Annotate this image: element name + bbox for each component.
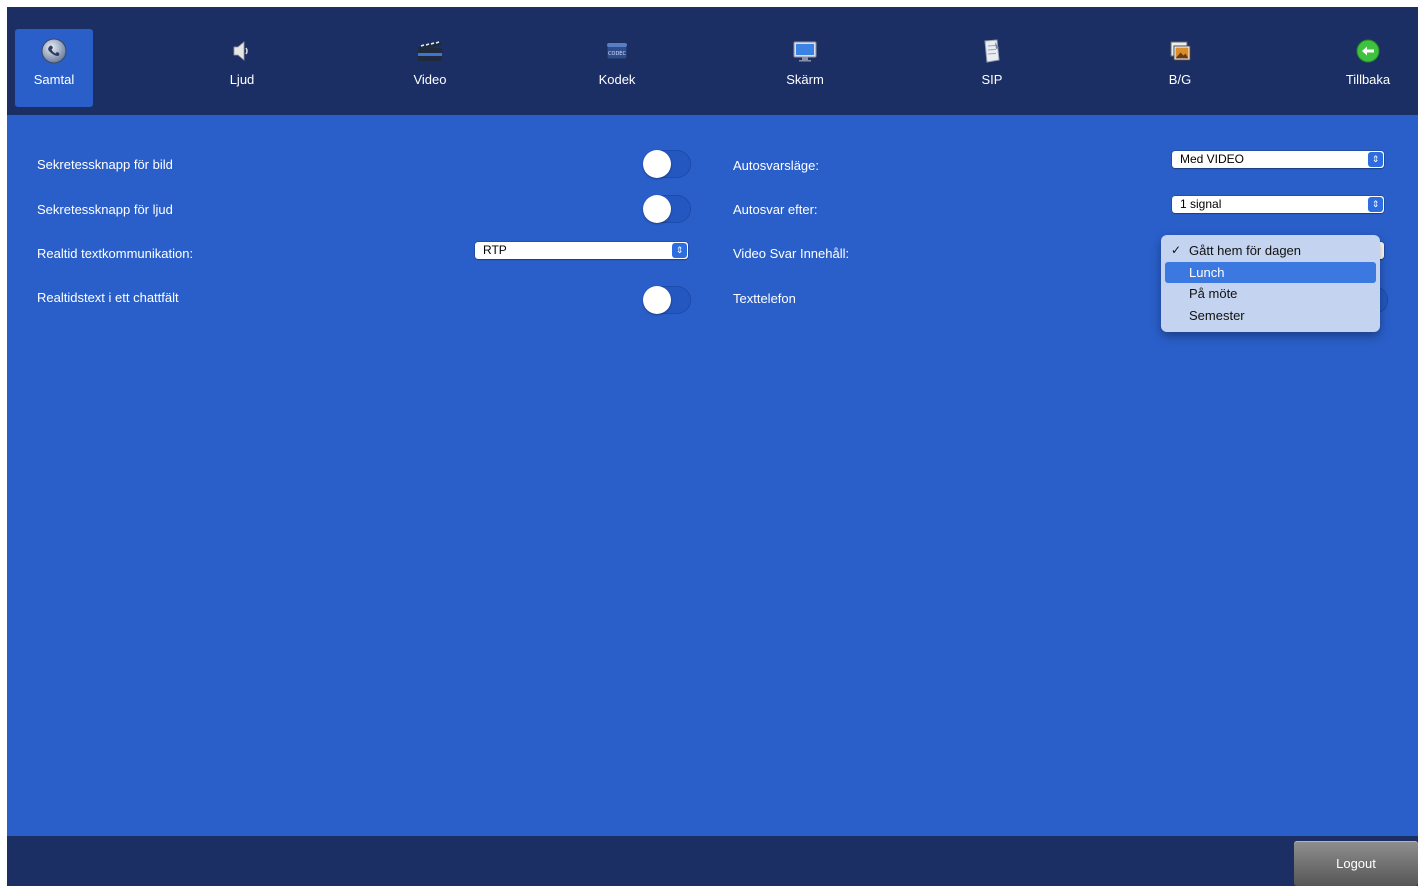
video-privacy-label: Sekretessknapp för bild <box>37 157 173 172</box>
chevron-updown-icon: ⇕ <box>1368 197 1383 212</box>
autoanswer-after-select[interactable]: 1 signal ⇕ <box>1172 196 1384 213</box>
autoanswer-mode-value: Med VIDEO <box>1180 152 1245 166</box>
codec-icon: CODEC <box>603 37 631 65</box>
tab-skarm[interactable]: Skärm <box>766 29 844 107</box>
tab-ljud[interactable]: Ljud <box>203 29 281 107</box>
phone-settings-icon <box>40 37 68 65</box>
tab-video-label: Video <box>413 72 447 87</box>
chevron-updown-icon: ⇕ <box>672 243 687 258</box>
tab-kodek-label: Kodek <box>598 72 636 87</box>
tab-samtal-label: Samtal <box>33 72 75 87</box>
rtt-chat-toggle[interactable] <box>643 286 691 314</box>
tab-video[interactable]: Video <box>391 29 469 107</box>
tab-sip-label: SIP <box>981 72 1003 87</box>
tab-skarm-label: Skärm <box>786 72 824 87</box>
tab-sip[interactable]: SIP <box>953 29 1031 107</box>
toggle-knob <box>643 195 671 223</box>
tab-bg-label: B/G <box>1168 72 1192 87</box>
checkmark-icon: ✓ <box>1171 243 1182 257</box>
toggle-knob <box>643 286 671 314</box>
tab-tillbaka-label: Tillbaka <box>1345 72 1391 87</box>
autoanswer-after-label: Autosvar efter: <box>733 202 818 217</box>
rtt-select[interactable]: RTP ⇕ <box>475 242 688 259</box>
back-arrow-icon <box>1354 37 1382 65</box>
video-answer-dropdown-menu: ✓ Gått hem för dagen Lunch På möte Semes… <box>1161 235 1380 332</box>
toggle-knob <box>643 150 671 178</box>
video-privacy-toggle[interactable] <box>643 150 691 178</box>
rtt-chat-label: Realtidstext i ett chattfält <box>37 290 179 305</box>
top-toolbar: Samtal Ljud Video CODEC Kodek Skärm SIP … <box>7 7 1418 115</box>
autoanswer-mode-select[interactable]: Med VIDEO ⇕ <box>1172 151 1384 168</box>
menu-item-pa-mote[interactable]: På möte <box>1165 283 1376 305</box>
document-icon <box>978 37 1006 65</box>
app-window: Samtal Ljud Video CODEC Kodek Skärm SIP … <box>7 7 1418 886</box>
tab-ljud-label: Ljud <box>229 72 255 87</box>
tab-tillbaka[interactable]: Tillbaka <box>1329 29 1407 107</box>
speaker-icon <box>228 37 256 65</box>
tab-kodek[interactable]: CODEC Kodek <box>578 29 656 107</box>
video-answer-label: Video Svar Innehåll: <box>733 246 850 261</box>
autoanswer-mode-label: Autosvarsläge: <box>733 158 819 173</box>
audio-privacy-toggle[interactable] <box>643 195 691 223</box>
monitor-icon <box>791 37 819 65</box>
menu-item-gatt-hem[interactable]: ✓ Gått hem för dagen <box>1165 240 1376 262</box>
rtt-select-value: RTP <box>483 243 507 257</box>
bottom-bar: Logout <box>7 836 1418 886</box>
texttelephone-label: Texttelefon <box>733 291 796 306</box>
tab-bg[interactable]: B/G <box>1141 29 1219 107</box>
clapperboard-icon <box>416 37 444 65</box>
picture-icon <box>1166 37 1194 65</box>
logout-button[interactable]: Logout <box>1294 841 1418 886</box>
menu-item-lunch[interactable]: Lunch <box>1165 261 1376 283</box>
audio-privacy-label: Sekretessknapp för ljud <box>37 202 173 217</box>
svg-text:CODEC: CODEC <box>608 51 626 57</box>
chevron-updown-icon: ⇕ <box>1368 152 1383 167</box>
menu-item-semester[interactable]: Semester <box>1165 305 1376 327</box>
autoanswer-after-value: 1 signal <box>1180 197 1222 211</box>
tab-samtal[interactable]: Samtal <box>15 29 93 107</box>
rtt-label: Realtid textkommunikation: <box>37 246 194 261</box>
